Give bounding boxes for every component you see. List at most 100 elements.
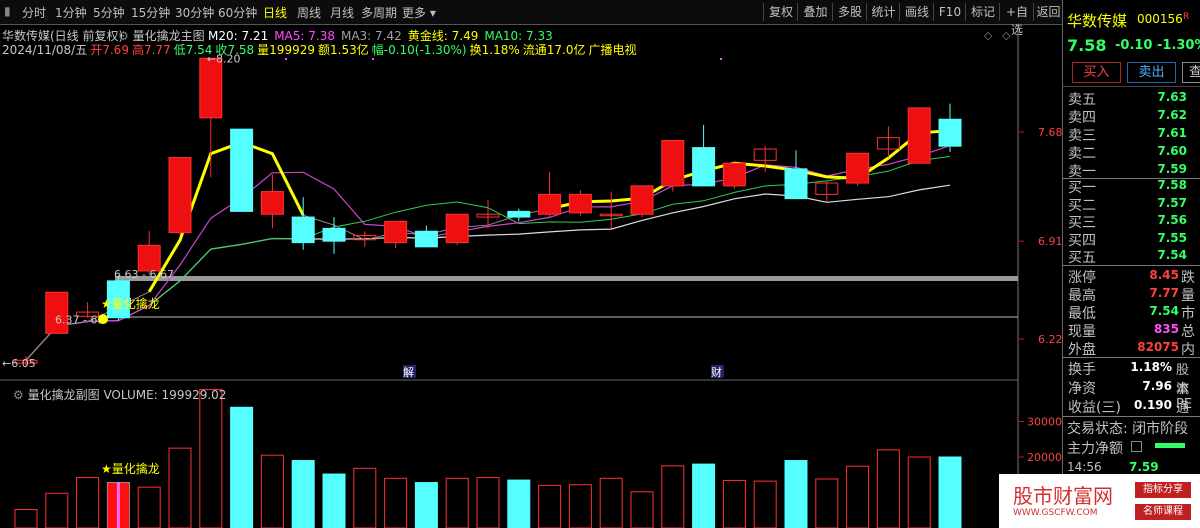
price-axis-label: 7.68 (1038, 126, 1062, 139)
period-tab[interactable]: 月线 (330, 4, 354, 21)
bid-price: 7.55 (1157, 230, 1187, 245)
volume-bar[interactable] (230, 406, 254, 528)
volume-bar[interactable] (168, 447, 192, 528)
candle-body[interactable] (260, 191, 284, 215)
volume-bar[interactable] (876, 449, 900, 528)
period-tab[interactable]: 15分钟 (131, 4, 170, 21)
period-tab[interactable]: 30分钟 (175, 4, 214, 21)
collapse-icon[interactable]: ◇ (1002, 29, 1011, 42)
volume-bar[interactable] (538, 484, 562, 528)
volume-bar[interactable] (846, 465, 870, 528)
toolbar-button[interactable]: 复权 (763, 3, 798, 21)
candle-body[interactable] (507, 210, 531, 218)
ask-price: 7.63 (1157, 90, 1187, 104)
volume-bar[interactable] (322, 473, 346, 528)
candle-body[interactable] (784, 168, 808, 200)
range-annotation: 6.37 - 6. (55, 314, 101, 327)
toolbar-button[interactable]: F10 (933, 3, 966, 21)
volume-bar[interactable] (476, 477, 500, 528)
period-tab[interactable]: 周线 (297, 4, 321, 21)
bid-row: 买三 7.56 (1063, 211, 1200, 231)
period-tab[interactable]: 更多 ▾ (402, 4, 436, 21)
fund-label: 主力净额 (1067, 441, 1123, 457)
candle-body[interactable] (568, 193, 592, 214)
candle-body[interactable] (692, 147, 716, 187)
stock-name: 华数传媒 (1067, 12, 1128, 30)
candle-body[interactable] (445, 213, 469, 244)
volume-bar[interactable] (384, 477, 408, 528)
bid-price: 7.56 (1157, 213, 1187, 227)
period-tab[interactable]: 60分钟 (218, 4, 257, 21)
sub-title: ⚙ 量化擒龙副图 VOLUME: 199929.02 (13, 388, 227, 402)
fund-row-label: 收益(三) (1068, 400, 1121, 416)
volume-bar[interactable] (784, 460, 808, 528)
volume-bar[interactable] (14, 509, 38, 528)
volume-bar[interactable] (353, 467, 377, 528)
volume-bar[interactable] (260, 454, 284, 528)
bid-label: 买五 (1068, 250, 1096, 266)
period-tab[interactable]: 多周期 (361, 4, 397, 21)
volume-bar[interactable] (938, 456, 962, 528)
ma5-line (25, 145, 951, 361)
period-tab[interactable]: 1分钟 (55, 4, 87, 21)
volume-bar[interactable] (630, 491, 654, 528)
candle-body[interactable] (291, 216, 315, 244)
candle-body[interactable] (414, 230, 438, 248)
candle-body[interactable] (907, 107, 931, 164)
stat-row: 最低 7.54 市 (1063, 302, 1200, 322)
period-tab[interactable]: 5分钟 (93, 4, 125, 21)
menu-icon[interactable]: ▮ (4, 4, 11, 18)
toggle-icon[interactable] (1131, 441, 1142, 452)
volume-bar[interactable] (907, 456, 931, 528)
volume-bar[interactable] (599, 477, 623, 528)
toolbar-button[interactable]: 标记 (965, 3, 1000, 21)
candle-body[interactable] (538, 193, 562, 215)
chart-canvas: 7.68 6.91 6.22 ←8.20 ←6.05 6.63 - 6.67 6.37 - … (0, 25, 1062, 528)
toolbar-button[interactable]: +自选 (999, 3, 1034, 37)
volume-bar[interactable] (815, 478, 839, 528)
toolbar-button[interactable]: 多股 (832, 3, 867, 21)
volume-bar[interactable] (507, 479, 531, 528)
volume-bar[interactable] (137, 486, 161, 528)
fund-row-label: 换手 (1068, 362, 1096, 378)
volume-bar[interactable] (661, 465, 685, 528)
candle-body[interactable] (938, 118, 962, 147)
volume-bar[interactable] (692, 463, 716, 528)
candle-body[interactable] (168, 157, 192, 234)
period-tab[interactable]: 分时 (22, 4, 46, 21)
gear-icon[interactable]: ⚙ (13, 388, 24, 402)
candle-body[interactable] (630, 185, 654, 215)
volume-bar[interactable] (568, 484, 592, 528)
volume-bar[interactable] (722, 479, 746, 528)
trade-state: 交易状态: 闭市阶段 (1067, 421, 1189, 437)
candle-body[interactable] (230, 128, 254, 212)
candle-body[interactable] (322, 227, 346, 242)
period-tab[interactable]: 日线 (263, 4, 287, 21)
sell-button[interactable]: 卖出 (1127, 62, 1176, 83)
marker-cai[interactable]: 财 (711, 365, 722, 379)
candle-body[interactable] (137, 244, 161, 272)
volume-bar[interactable] (445, 477, 469, 528)
query-button[interactable]: 查 (1182, 62, 1200, 83)
fund-row-label: 净资 (1068, 381, 1096, 397)
toolbar-button[interactable]: 统计 (866, 3, 900, 21)
toolbar-button[interactable]: 叠加 (797, 3, 833, 21)
volume-bar[interactable] (45, 492, 69, 528)
marker-jie[interactable]: 解 (403, 365, 414, 379)
volume-bar[interactable] (76, 477, 100, 528)
candle-body[interactable] (384, 220, 408, 244)
bid-price: 7.58 (1157, 178, 1187, 192)
toolbar-button[interactable]: 返回 (1033, 3, 1063, 21)
candle-body[interactable] (661, 140, 685, 187)
candle-body[interactable] (722, 162, 746, 187)
volume-bar[interactable] (291, 460, 315, 528)
kline-chart[interactable]: 华数传媒(日线 前复权) ⚙ 量化擒龙主图 M20: 7.21 MA5: 7.38… (0, 25, 1062, 528)
candle-body[interactable] (199, 57, 223, 119)
volume-bar[interactable] (199, 389, 223, 528)
volume-bar[interactable] (414, 482, 438, 528)
buy-button[interactable]: 买入 (1072, 62, 1121, 83)
diamond-icon[interactable]: ◇ (984, 29, 993, 42)
volume-bar[interactable] (753, 480, 777, 528)
toolbar-button[interactable]: 画线 (899, 3, 934, 21)
candle-body[interactable] (846, 152, 870, 184)
